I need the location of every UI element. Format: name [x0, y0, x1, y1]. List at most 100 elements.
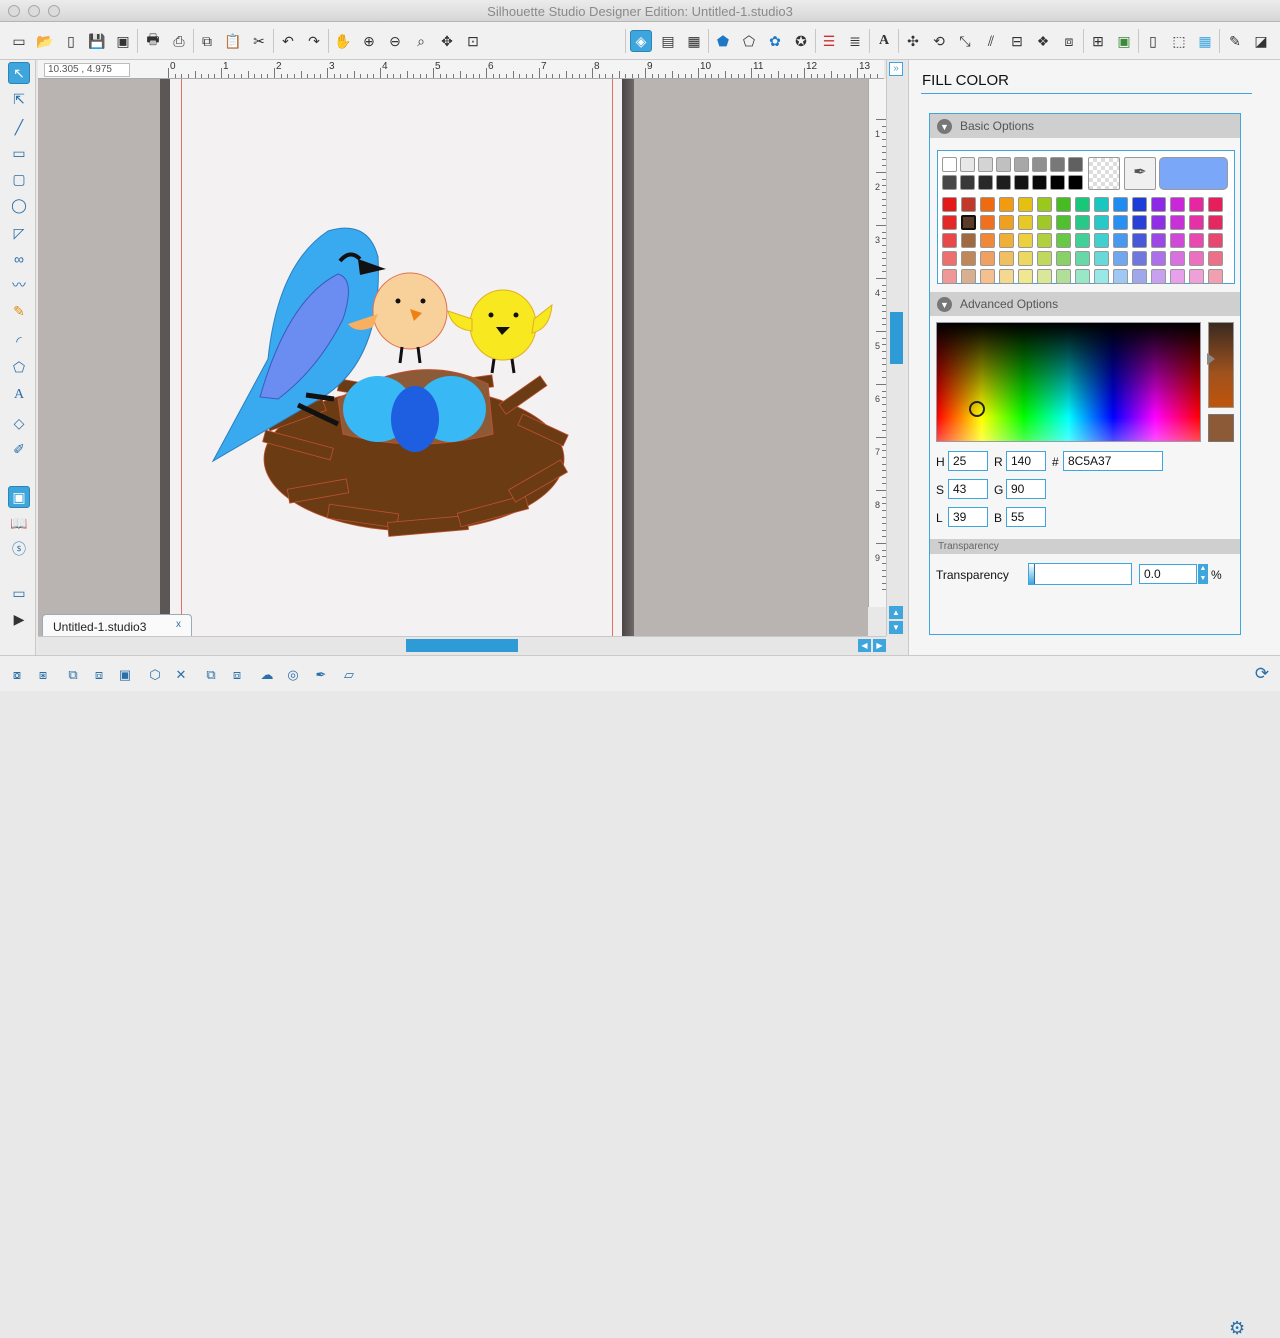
duplicate-icon[interactable]: ⬡	[144, 664, 166, 686]
store-view-icon[interactable]: ⓢ	[8, 538, 30, 560]
palette-swatch[interactable]	[1132, 251, 1147, 266]
palette-swatch[interactable]	[999, 233, 1014, 248]
copy-icon[interactable]: ⧉	[196, 30, 218, 52]
text-icon[interactable]: A	[873, 30, 895, 52]
grid-icon[interactable]: ▦	[1194, 30, 1216, 52]
advanced-options-header[interactable]: ▼ Advanced Options	[930, 292, 1240, 316]
library-view-icon[interactable]: 📖	[8, 512, 30, 534]
palette-swatch[interactable]	[1037, 215, 1052, 230]
make-compound-icon[interactable]: ⧉	[62, 664, 84, 686]
gray-swatch[interactable]	[1014, 175, 1029, 190]
scale-icon[interactable]: ⤡	[954, 30, 976, 52]
palette-swatch[interactable]	[1151, 215, 1166, 230]
palette-swatch[interactable]	[1189, 215, 1204, 230]
shade-slider-handle[interactable]	[1207, 353, 1215, 365]
gray-swatch[interactable]	[942, 157, 957, 172]
palette-swatch[interactable]	[1113, 233, 1128, 248]
store-icon[interactable]: ⬚	[1168, 30, 1190, 52]
eraser-tool-icon[interactable]: ◇	[8, 412, 30, 434]
basic-options-header[interactable]: ▼ Basic Options	[930, 114, 1240, 138]
palette-swatch[interactable]	[1170, 233, 1185, 248]
palette-swatch[interactable]	[942, 269, 957, 284]
vertical-scroll-thumb[interactable]	[890, 312, 903, 364]
palette-swatch[interactable]	[980, 197, 995, 212]
shade-slider[interactable]	[1207, 322, 1234, 408]
trace-tool-icon[interactable]: ✒	[310, 664, 332, 686]
select-icon[interactable]: ↖	[8, 62, 30, 84]
curve-tool-icon[interactable]: ∞	[8, 248, 30, 270]
release-compound-icon[interactable]: ⧈	[88, 664, 110, 686]
ellipse-tool-icon[interactable]: ◯	[8, 194, 30, 216]
palette-swatch[interactable]	[1208, 233, 1223, 248]
text-tool-icon[interactable]: A	[8, 384, 30, 406]
cut-settings-icon[interactable]: ⊞	[1087, 30, 1109, 52]
play-icon[interactable]: ▶	[8, 608, 30, 630]
palette-swatch[interactable]	[1151, 251, 1166, 266]
paste-icon[interactable]: 📋	[222, 30, 244, 52]
rounded-rect-tool-icon[interactable]: ▢	[8, 168, 30, 190]
palette-swatch[interactable]	[1170, 197, 1185, 212]
palette-swatch[interactable]	[1189, 269, 1204, 284]
palette-swatch[interactable]	[980, 269, 995, 284]
transparency-stepper[interactable]: ▲ ▼	[1198, 564, 1208, 584]
palette-swatch[interactable]	[1075, 269, 1090, 284]
palette-swatch[interactable]	[1132, 197, 1147, 212]
palette-swatch[interactable]	[1037, 251, 1052, 266]
cut-icon[interactable]: ✂	[248, 30, 270, 52]
gradient-icon[interactable]: ▤	[657, 30, 679, 52]
saturation-field[interactable]: 43	[948, 479, 988, 499]
green-field[interactable]: 90	[1006, 479, 1046, 499]
palette-swatch[interactable]	[1170, 251, 1185, 266]
palette-swatch[interactable]	[1056, 269, 1071, 284]
close-tab-icon[interactable]: x	[176, 619, 181, 630]
palette-swatch[interactable]	[1037, 269, 1052, 284]
palette-swatch[interactable]	[1075, 233, 1090, 248]
layers-icon[interactable]: ▱	[338, 664, 360, 686]
palette-swatch[interactable]	[1208, 251, 1223, 266]
palette-swatch[interactable]	[961, 251, 976, 266]
palette-swatch[interactable]	[1094, 197, 1109, 212]
regular-polygon-icon[interactable]: ⬠	[8, 356, 30, 378]
palette-swatch[interactable]	[1208, 215, 1223, 230]
palette-swatch[interactable]	[1018, 197, 1033, 212]
gray-swatch[interactable]	[1068, 157, 1083, 172]
gray-swatch[interactable]	[996, 175, 1011, 190]
fill-color-icon[interactable]: ◈	[630, 30, 652, 52]
palette-swatch[interactable]	[1018, 269, 1033, 284]
palette-swatch[interactable]	[1132, 215, 1147, 230]
palette-swatch[interactable]	[1113, 215, 1128, 230]
trace-icon[interactable]: ▣	[1113, 30, 1135, 52]
palette-swatch[interactable]	[1189, 233, 1204, 248]
window-icon[interactable]: ▭	[8, 582, 30, 604]
freehand-tool-icon[interactable]: 〰	[8, 274, 30, 296]
shear-icon[interactable]: ⫽	[980, 30, 1002, 52]
bird-nest-artwork[interactable]	[211, 227, 569, 537]
palette-swatch[interactable]	[1018, 251, 1033, 266]
line-color-icon[interactable]: ⬟	[712, 30, 734, 52]
palette-swatch[interactable]	[942, 215, 957, 230]
print-icon[interactable]: 🖶	[142, 30, 164, 52]
rectangle-tool-icon[interactable]: ▭	[8, 142, 30, 164]
palette-swatch[interactable]	[1056, 251, 1071, 266]
palette-swatch[interactable]	[1018, 215, 1033, 230]
zoom-out-icon[interactable]: ⊖	[384, 30, 406, 52]
eraser-icon[interactable]: ◪	[1250, 30, 1272, 52]
palette-swatch[interactable]	[1132, 233, 1147, 248]
palette-swatch[interactable]	[1170, 215, 1185, 230]
undo-icon[interactable]: ↶	[277, 30, 299, 52]
palette-swatch[interactable]	[1208, 269, 1223, 284]
palette-swatch[interactable]	[961, 197, 976, 212]
palette-swatch[interactable]	[1113, 269, 1128, 284]
palette-swatch[interactable]	[1094, 269, 1109, 284]
palette-swatch[interactable]	[1189, 197, 1204, 212]
palette-swatch[interactable]	[1189, 251, 1204, 266]
circle-target-icon[interactable]: ◎	[282, 664, 304, 686]
gear-icon[interactable]: ⚙	[1229, 1319, 1247, 1337]
page-setup-icon[interactable]: ▯	[1142, 30, 1164, 52]
transparency-slider-handle[interactable]	[1029, 564, 1035, 584]
gray-swatch[interactable]	[1068, 175, 1083, 190]
palette-swatch[interactable]	[1151, 233, 1166, 248]
group-icon[interactable]: ⧇	[6, 664, 28, 686]
no-fill-swatch[interactable]	[1088, 157, 1120, 190]
new-icon[interactable]: ▭	[8, 30, 30, 52]
